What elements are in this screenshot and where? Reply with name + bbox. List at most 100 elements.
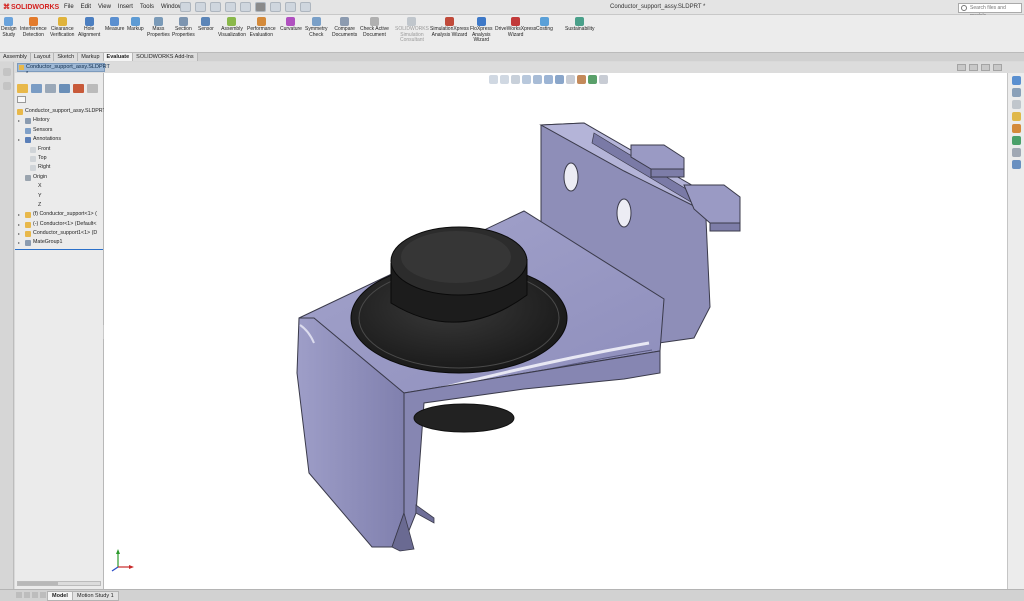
document-tab[interactable]: Conductor_support_assy.SLDPRT * — [17, 63, 110, 77]
command-clearance[interactable]: Clearance Verification — [50, 17, 74, 38]
tree-node[interactable]: ▸ History — [16, 116, 104, 125]
forum-icon[interactable] — [1011, 148, 1021, 157]
tree-node[interactable]: Z — [16, 201, 104, 210]
tree-node[interactable]: ▸ Conductor_support1<1> (D — [16, 229, 104, 238]
tab-evaluate[interactable]: Evaluate — [103, 53, 134, 61]
tree-node[interactable]: Front — [16, 145, 104, 154]
command-markup[interactable]: Markup — [127, 17, 144, 33]
command-driveworksxpress[interactable]: DriveWorksXpress Wizard — [495, 17, 536, 38]
minimize-icon[interactable] — [969, 64, 978, 71]
tree-node[interactable]: ▸ MateGroup1 — [16, 238, 104, 247]
command-sustainability[interactable]: Sustainability — [565, 17, 594, 33]
solidworks-logo[interactable]: ⌘SOLIDWORKS — [3, 3, 59, 11]
filter-icon[interactable] — [17, 96, 26, 103]
tab-markup[interactable]: Markup — [78, 53, 104, 61]
tree-node[interactable]: ▸ Annotations — [16, 135, 104, 144]
menu-insert[interactable]: Insert — [118, 4, 133, 10]
menu-file[interactable]: File — [64, 4, 74, 10]
print-icon[interactable] — [225, 2, 236, 12]
command-section[interactable]: Section Properties — [172, 17, 195, 38]
command-mass[interactable]: Mass Properties — [147, 17, 170, 38]
solidworks-resources-icon[interactable] — [1011, 76, 1021, 85]
panel-icon[interactable] — [2, 82, 11, 90]
undo-icon[interactable] — [240, 2, 251, 12]
curvature-icon — [286, 17, 296, 26]
3dexperience-icon[interactable] — [1011, 160, 1021, 169]
save-icon[interactable] — [210, 2, 221, 12]
more-tabs-icon[interactable] — [87, 84, 98, 93]
file-properties-icon[interactable] — [285, 2, 296, 12]
select-icon[interactable] — [255, 2, 266, 12]
appearances-icon[interactable] — [1011, 124, 1021, 133]
tab-layout[interactable]: Layout — [30, 53, 55, 61]
tree-node[interactable]: ▸ (f) Conductor_support<1> ( — [16, 210, 104, 219]
expand-arrow-icon[interactable]: ▸ — [18, 116, 20, 125]
tree-node[interactable]: Sensors — [16, 126, 104, 135]
command-label: Sensor — [198, 26, 214, 32]
command-interference[interactable]: Interference Detection — [20, 17, 47, 38]
prev-tab-icon[interactable] — [24, 592, 30, 598]
dimxpert-icon[interactable] — [59, 84, 70, 93]
view-palette-icon[interactable] — [1011, 112, 1021, 121]
custom-properties-icon[interactable] — [1011, 136, 1021, 145]
menu-view[interactable]: View — [98, 4, 111, 10]
command-curvature[interactable]: Curvature — [280, 17, 302, 33]
tab-assembly[interactable]: Assembly — [0, 53, 31, 61]
close-icon[interactable] — [993, 64, 1002, 71]
rollback-bar[interactable] — [15, 249, 103, 250]
command-costing[interactable]: Costing — [536, 17, 553, 33]
command-design[interactable]: Design Study — [1, 17, 17, 38]
command-compare[interactable]: Compare Documents — [332, 17, 357, 38]
command-simulationxpress[interactable]: SimulationXpress Analysis Wizard — [430, 17, 469, 38]
command-measure[interactable]: Measure — [105, 17, 124, 33]
tab-solidworks-add-ins[interactable]: SOLIDWORKS Add-Ins — [133, 53, 198, 61]
command-check-active[interactable]: Check Active Document — [360, 17, 389, 38]
tab-motion-study[interactable]: Motion Study 1 — [72, 591, 119, 601]
tree-node[interactable]: Origin — [16, 173, 104, 182]
rebuild-icon[interactable] — [270, 2, 281, 12]
command-solidworks[interactable]: SOLIDWORKS Simulation Consultant — [395, 17, 429, 44]
menu-tools[interactable]: Tools — [140, 4, 154, 10]
expand-arrow-icon[interactable]: ▸ — [18, 135, 20, 144]
scrollbar-thumb[interactable] — [18, 582, 58, 585]
command-assembly[interactable]: Assembly Visualization — [218, 17, 246, 38]
feature-tree-icon[interactable] — [17, 84, 28, 93]
options-icon[interactable] — [300, 2, 311, 12]
expand-arrow-icon[interactable]: ▸ — [18, 238, 20, 247]
graphics-area[interactable] — [104, 73, 1007, 589]
command-floxpress[interactable]: FloXpress Analysis Wizard — [470, 17, 493, 44]
expand-arrow-icon[interactable]: ▸ — [18, 229, 20, 238]
command-performance[interactable]: Performance Evaluation — [247, 17, 276, 38]
last-tab-icon[interactable] — [40, 592, 46, 598]
expand-arrow-icon[interactable]: ▸ — [18, 220, 20, 229]
search-input[interactable]: Search files and models — [958, 3, 1022, 19]
command-hole[interactable]: Hole Alignment — [78, 17, 100, 38]
horizontal-scrollbar[interactable] — [17, 581, 101, 586]
expand-panel-icon[interactable] — [2, 68, 11, 76]
command-label: Costing — [536, 26, 553, 32]
display-manager-icon[interactable] — [73, 84, 84, 93]
file-explorer-icon[interactable] — [1011, 100, 1021, 109]
tab-sketch[interactable]: Sketch — [54, 53, 79, 61]
tab-model[interactable]: Model — [47, 591, 73, 601]
design-library-icon[interactable] — [1011, 88, 1021, 97]
configuration-manager-icon[interactable] — [45, 84, 56, 93]
tree-node[interactable]: ▸ (-) Conductor<1> (Default< — [16, 220, 104, 229]
command-sensor[interactable]: Sensor — [198, 17, 214, 33]
menu-edit[interactable]: Edit — [81, 4, 91, 10]
tree-node[interactable]: X — [16, 182, 104, 191]
tree-node[interactable]: Right — [16, 163, 104, 172]
open-icon[interactable] — [195, 2, 206, 12]
command-symmetry[interactable]: Symmetry Check — [305, 17, 328, 38]
tree-node[interactable]: Y — [16, 192, 104, 201]
property-manager-icon[interactable] — [31, 84, 42, 93]
restore-icon[interactable] — [957, 64, 966, 71]
tree-node[interactable]: Conductor_support_assy.SLDPRT — [16, 107, 104, 116]
model-render[interactable] — [104, 73, 1007, 589]
maximize-icon[interactable] — [981, 64, 990, 71]
next-tab-icon[interactable] — [32, 592, 38, 598]
tree-node[interactable]: Top — [16, 154, 104, 163]
new-document-icon[interactable] — [180, 2, 191, 12]
expand-arrow-icon[interactable]: ▸ — [18, 210, 20, 219]
first-tab-icon[interactable] — [16, 592, 22, 598]
